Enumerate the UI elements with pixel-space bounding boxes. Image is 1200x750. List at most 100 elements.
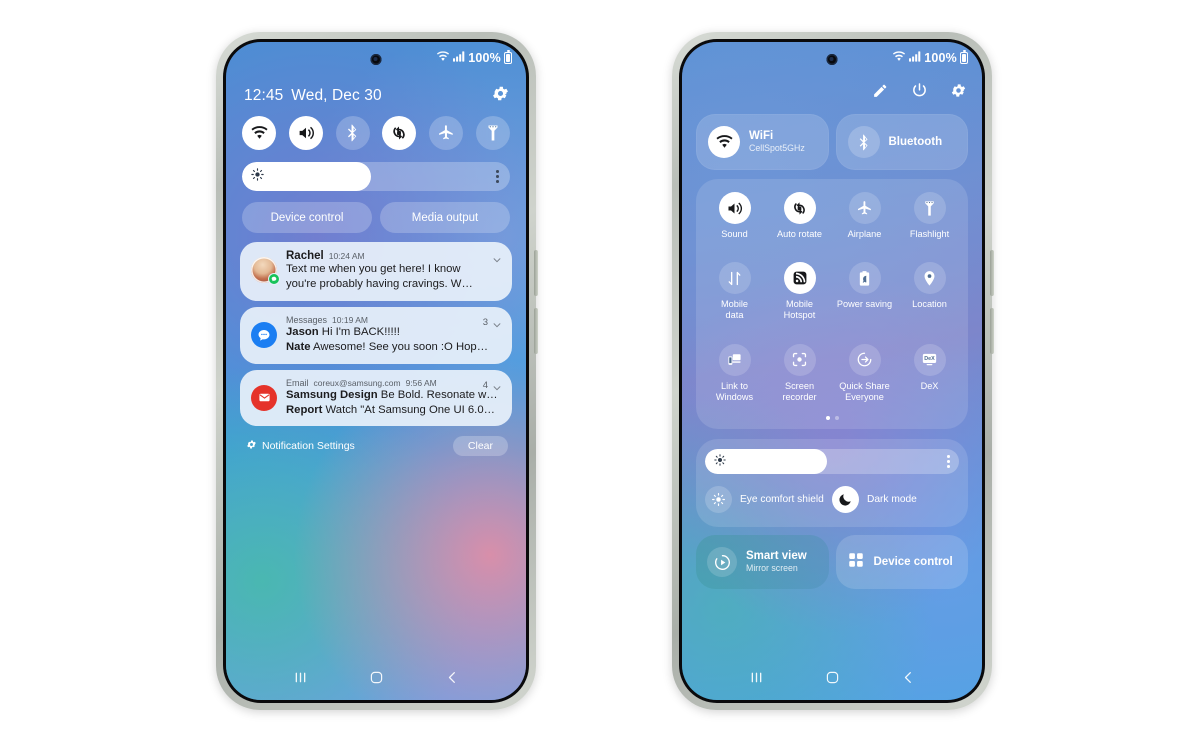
battery-percent-label: 100% — [468, 51, 501, 65]
recents-icon[interactable] — [748, 670, 765, 690]
qs-tile-power-saving[interactable]: Power saving — [832, 262, 897, 321]
qs-tile-flashlight[interactable]: Flashlight — [897, 192, 962, 240]
dex-icon: DeX — [913, 343, 946, 376]
sender-name: Samsung Design — [286, 388, 378, 401]
notification-count: 3 — [482, 316, 488, 328]
airplane-icon — [848, 192, 881, 224]
volume-up-button[interactable] — [534, 250, 538, 296]
qs-label: Quick Share Everyone — [839, 380, 890, 402]
location-pin-icon — [913, 262, 946, 295]
account-email: coreux@samsung.com — [313, 377, 401, 388]
qs-tile-airplane[interactable]: Airplane — [832, 192, 897, 240]
qs-tile-mobile-hotspot[interactable]: Mobile Hotspot — [767, 262, 832, 321]
message-text: Watch "At Samsung One UI 6.0… — [325, 403, 495, 416]
qs-tile-screen-recorder[interactable]: Screen recorder — [767, 343, 832, 403]
back-icon[interactable] — [445, 670, 460, 690]
tile-subtitle: CellSpot5GHz — [749, 143, 805, 154]
gear-icon[interactable] — [950, 82, 967, 104]
status-bar: 100% — [892, 50, 968, 65]
battery-icon — [960, 50, 968, 64]
volume-up-button[interactable] — [990, 250, 994, 296]
qs-label: Sound — [721, 229, 748, 239]
qs-tile-location[interactable]: Location — [897, 262, 962, 321]
tile-text: WiFi CellSpot5GHz — [749, 129, 805, 155]
flashlight-icon — [913, 192, 946, 224]
bluetooth-icon — [348, 124, 357, 142]
notification-line: Text me when you get here! I know — [286, 263, 461, 275]
message-text: Be Bold. Resonate w… — [380, 388, 498, 401]
qs-tile-mobile-data[interactable]: Mobile data — [702, 262, 767, 321]
toggle-sound[interactable] — [288, 116, 323, 150]
media-output-pill[interactable]: Media output — [380, 202, 510, 233]
home-icon[interactable] — [369, 670, 384, 690]
qs-tile-link-to-windows[interactable]: Link to Windows — [702, 343, 767, 403]
home-icon[interactable] — [825, 670, 840, 690]
page-dot[interactable] — [834, 416, 839, 420]
power-side-button[interactable] — [534, 308, 538, 354]
back-icon[interactable] — [901, 670, 916, 690]
qs-tile-sound[interactable]: Sound — [702, 192, 767, 240]
sender-name: Nate — [286, 340, 311, 353]
mobile-data-icon — [718, 262, 751, 295]
tile-device-control[interactable]: Device control — [835, 535, 968, 589]
toggle-airplane[interactable] — [429, 116, 464, 150]
qs-tile-auto-rotate[interactable]: Auto rotate — [767, 192, 832, 240]
notification-card-rachel[interactable]: Rachel 10:24 AM Text me when you get her… — [240, 242, 512, 301]
wifi-icon — [708, 126, 740, 158]
more-vertical-icon[interactable] — [496, 169, 499, 184]
notification-card-email[interactable]: Email coreux@samsung.com 9:56 AM Samsung… — [240, 369, 512, 427]
status-bar: 100% — [436, 50, 512, 65]
timestamp: 10:19 AM — [332, 314, 368, 325]
sender-name: Rachel — [286, 250, 324, 262]
page-dot-active[interactable] — [825, 416, 830, 420]
clear-button[interactable]: Clear — [452, 436, 508, 457]
notification-settings-button[interactable]: Notification Settings — [246, 439, 355, 453]
display-mode-row: Eye comfort shield Dark mode — [705, 486, 959, 513]
power-side-button[interactable] — [990, 308, 994, 354]
edit-icon[interactable] — [872, 82, 889, 104]
notification-head: Email coreux@samsung.com 9:56 AM — [286, 378, 501, 388]
tile-smart-view[interactable]: Smart view Mirror screen — [696, 535, 829, 589]
chevron-down-icon[interactable] — [492, 380, 502, 398]
device-control-icon — [847, 551, 865, 574]
notification-body: Email coreux@samsung.com 9:56 AM Samsung… — [286, 378, 501, 418]
chevron-down-icon[interactable] — [492, 252, 502, 270]
notification-settings-label: Notification Settings — [262, 440, 355, 453]
toggle-dark-mode[interactable]: Dark mode — [832, 486, 959, 513]
screen-recorder-icon — [783, 343, 816, 376]
qs-label: Flashlight — [909, 229, 950, 239]
phone-device-right: 100% WiFi CellSpot5GHz Bluetooth Sound A… — [672, 32, 994, 710]
cellular-signal-icon — [909, 51, 921, 65]
power-icon[interactable] — [911, 82, 928, 104]
tile-title: WiFi — [749, 130, 774, 143]
brightness-slider[interactable] — [705, 449, 959, 474]
gear-icon[interactable] — [491, 84, 510, 108]
message-text: Hi I'm BACK!!!!! — [321, 325, 400, 338]
recents-icon[interactable] — [292, 670, 309, 690]
toggle-auto-rotate[interactable] — [382, 116, 417, 150]
bluetooth-icon — [847, 126, 880, 158]
toggle-eye-comfort-shield[interactable]: Eye comfort shield — [705, 486, 832, 513]
brightness-slider[interactable] — [242, 162, 510, 191]
more-vertical-icon[interactable] — [947, 454, 950, 469]
chevron-down-icon[interactable] — [492, 317, 502, 335]
qs-tile-dex[interactable]: DeX DeX — [897, 343, 962, 403]
tile-wifi[interactable]: WiFi CellSpot5GHz — [696, 114, 829, 170]
svg-text:DeX: DeX — [924, 356, 935, 362]
toggle-wifi[interactable] — [242, 116, 276, 150]
qs-label: Airplane — [847, 229, 882, 239]
cellular-signal-icon — [453, 51, 465, 65]
tile-bluetooth[interactable]: Bluetooth — [835, 114, 968, 170]
toggle-flashlight[interactable] — [475, 116, 510, 150]
navigation-bar — [226, 670, 526, 690]
brightness-panel: Eye comfort shield Dark mode — [696, 439, 968, 527]
sender-name: Report — [286, 403, 323, 416]
notification-card-messages[interactable]: Messages 10:19 AM Jason Hi I'm BACK!!!!!… — [240, 306, 512, 364]
device-control-pill[interactable]: Device control — [242, 202, 372, 233]
clock-label: 12:45 — [244, 87, 284, 104]
toggle-bluetooth[interactable] — [335, 116, 370, 150]
message-badge-icon — [268, 273, 280, 285]
notification-body: Rachel 10:24 AM Text me when you get her… — [286, 250, 501, 292]
panel-header: 12:45 Wed, Dec 30 — [244, 84, 510, 108]
qs-tile-quick-share[interactable]: Quick Share Everyone — [832, 343, 897, 403]
